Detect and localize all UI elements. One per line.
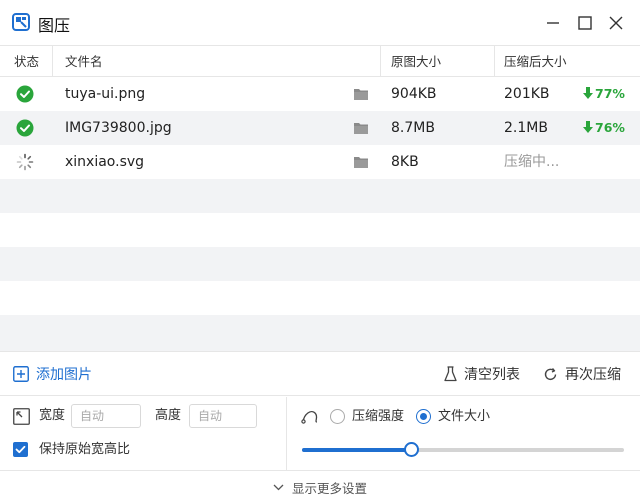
file-list: tuya-ui.png 904KB 201KB 77% IMG739800.jp…	[0, 77, 640, 351]
slider-fill	[302, 448, 412, 452]
table-row[interactable]: tuya-ui.png 904KB 201KB 77%	[0, 77, 640, 111]
original-size: 904KB	[391, 86, 437, 102]
arrow-down-icon	[583, 87, 593, 99]
ratio-value: 77%	[595, 86, 625, 101]
check-circle-icon	[16, 85, 34, 103]
folder-icon[interactable]	[354, 88, 368, 100]
empty-row	[0, 281, 640, 315]
width-input[interactable]: 自动	[71, 404, 141, 428]
show-more-settings-button[interactable]: 显示更多设置	[0, 470, 640, 504]
arrow-down-icon	[583, 121, 593, 133]
mode-filesize-label[interactable]: 文件大小	[438, 407, 490, 427]
empty-row	[0, 315, 640, 351]
column-divider[interactable]	[380, 46, 381, 77]
column-divider[interactable]	[494, 46, 495, 77]
maximize-button[interactable]	[572, 10, 598, 36]
header-original-size[interactable]: 原图大小	[391, 46, 441, 77]
ratio-value: 76%	[595, 120, 625, 135]
close-icon	[609, 16, 623, 30]
settings-divider	[286, 397, 287, 470]
curve-icon	[301, 410, 318, 424]
header-compressed-size[interactable]: 压缩后大小	[504, 46, 567, 77]
plus-square-icon	[13, 366, 29, 382]
close-button[interactable]	[603, 10, 629, 36]
app-title: 图压	[38, 16, 71, 35]
mode-filesize-radio[interactable]	[416, 409, 431, 424]
header-status: 状态	[14, 54, 40, 69]
header-filename[interactable]: 文件名	[65, 46, 103, 77]
compressed-size: 2.1MB	[504, 120, 548, 136]
spinner-icon	[16, 153, 34, 171]
file-name: tuya-ui.png	[65, 86, 146, 102]
checkmark-icon	[15, 445, 26, 454]
compression-status: 压缩中...	[504, 154, 560, 170]
app-logo-icon	[12, 13, 30, 31]
height-input[interactable]: 自动	[189, 404, 257, 428]
original-size: 8KB	[391, 154, 419, 170]
minimize-button[interactable]	[540, 10, 566, 36]
keep-ratio-checkbox[interactable]	[13, 442, 28, 457]
clear-list-button[interactable]: 清空列表	[444, 364, 520, 384]
height-label: 高度	[155, 408, 182, 423]
action-bar: 添加图片 清空列表 再次压缩	[0, 351, 640, 396]
table-row[interactable]: IMG739800.jpg 8.7MB 2.1MB 76%	[0, 111, 640, 145]
recompress-button[interactable]: 再次压缩	[543, 364, 621, 384]
add-images-label: 添加图片	[36, 367, 92, 383]
slider-thumb[interactable]	[403, 442, 419, 457]
table-row[interactable]: xinxiao.svg 8KB 压缩中...	[0, 145, 640, 179]
add-images-button[interactable]: 添加图片	[13, 364, 92, 384]
table-header: 状态 文件名 原图大小 压缩后大小	[0, 45, 640, 77]
empty-row	[0, 213, 640, 247]
compression-ratio: 77%	[583, 77, 625, 111]
keep-ratio-label[interactable]: 保持原始宽高比	[39, 440, 130, 460]
refresh-icon	[544, 367, 557, 380]
minimize-icon	[547, 22, 559, 24]
mode-strength-label[interactable]: 压缩强度	[352, 407, 404, 427]
column-divider[interactable]	[52, 46, 53, 77]
width-label: 宽度	[39, 408, 66, 423]
compressed-size: 201KB	[504, 86, 550, 102]
flask-icon	[444, 366, 457, 382]
maximize-icon	[578, 16, 592, 30]
folder-icon[interactable]	[354, 156, 368, 168]
mode-strength-radio[interactable]	[330, 409, 345, 424]
folder-icon[interactable]	[354, 122, 368, 134]
show-more-settings-label: 显示更多设置	[291, 481, 367, 496]
clear-list-label: 清空列表	[464, 367, 520, 383]
compression-ratio: 76%	[583, 111, 625, 145]
compression-slider[interactable]	[302, 448, 624, 452]
file-name: IMG739800.jpg	[65, 120, 172, 136]
title-bar: 图压	[0, 0, 640, 45]
empty-row	[0, 179, 640, 213]
empty-row	[0, 247, 640, 281]
file-name: xinxiao.svg	[65, 154, 145, 170]
original-size: 8.7MB	[391, 120, 435, 136]
settings-panel: 宽度 自动 高度 自动 保持原始宽高比 压缩强度 文件大小	[0, 397, 640, 470]
check-circle-icon	[16, 119, 34, 137]
recompress-label: 再次压缩	[565, 367, 621, 383]
resize-icon	[13, 408, 30, 425]
chevron-down-icon	[273, 484, 284, 491]
